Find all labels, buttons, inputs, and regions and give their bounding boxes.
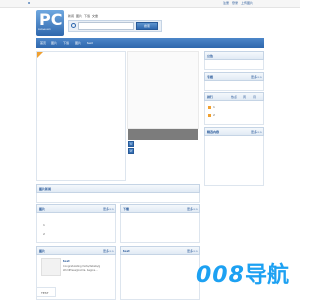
logo-subtext: PHPGALLERY: [38, 29, 51, 31]
nav-home[interactable]: 首页: [40, 41, 46, 45]
nav-images[interactable]: 图片: [51, 41, 57, 45]
site-logo[interactable]: PC PHPGALLERY: [36, 10, 64, 36]
featured-slider: [36, 51, 126, 181]
login-link[interactable]: 登录: [232, 1, 238, 5]
slider-dot-2[interactable]: 2: [128, 148, 134, 154]
rank-tab-hot[interactable]: 热点: [231, 95, 237, 99]
downloads-panel-header: 下载 更多>>: [120, 204, 200, 213]
rank-header: 排行 热点 周 月: [204, 92, 264, 101]
topics-header: 专题 更多>>: [204, 72, 264, 81]
rank-title: 排行: [207, 95, 214, 99]
images-panel-body: 1 2: [36, 213, 116, 243]
article-excerpt: Congratulating facts/details/g WordPress…: [63, 265, 101, 272]
search-button[interactable]: 搜索: [136, 22, 158, 30]
rank-body: 1 2: [204, 101, 264, 125]
featured-news-title: 图片新闻: [39, 187, 52, 191]
main-nav: 首页 图片 下载 图片 test: [36, 38, 264, 48]
downloads-more-link[interactable]: 更多>>: [187, 207, 198, 211]
nav-downloads[interactable]: 下载: [63, 41, 69, 45]
rank-item-2[interactable]: 2: [213, 113, 215, 117]
search-icon: [71, 23, 76, 28]
announcement-title: 公告: [207, 54, 214, 58]
images-more-link[interactable]: 更多>>: [103, 207, 114, 211]
featured-image-area: [127, 51, 199, 129]
announcement-body: [204, 60, 264, 70]
albums-header: 精选内容 更多>>: [204, 127, 264, 136]
nav-images-2[interactable]: 图片: [75, 41, 81, 45]
upload-link[interactable]: 上传图片: [241, 1, 253, 5]
downloads-panel-title: 下载: [123, 207, 130, 211]
logo-text: PC: [39, 10, 63, 29]
list-item[interactable]: 1: [43, 223, 45, 227]
article-more-link[interactable]: 更多>>: [103, 249, 114, 253]
rank-marker-2: [208, 114, 211, 117]
topics-more-link[interactable]: 更多>>: [251, 75, 262, 79]
watermark-logo: 008导航: [196, 262, 300, 290]
test-panel-header: test 更多>>: [120, 246, 200, 255]
images-panel-header: 图片 更多>>: [36, 204, 116, 213]
albums-more-link[interactable]: 更多>>: [251, 130, 262, 134]
albums-body: [204, 136, 264, 186]
images-panel-title: 图片: [39, 207, 46, 211]
watermark-text: 导航: [244, 263, 289, 288]
featured-news-body: [36, 193, 200, 203]
rank-item-1[interactable]: 1: [213, 105, 215, 109]
article-panel-header: 图片 更多>>: [36, 246, 116, 255]
search-tab-news[interactable]: 新闻: [68, 14, 74, 18]
new-corner-badge: [37, 52, 43, 58]
test-more-link[interactable]: 更多>>: [187, 249, 198, 253]
downloads-panel-body: [120, 213, 200, 243]
topics-title: 专题: [207, 75, 214, 79]
rank-tab-month[interactable]: 月: [253, 95, 256, 99]
announcement-header: 公告: [204, 51, 264, 60]
search-tab-downloads[interactable]: 下载: [84, 14, 90, 18]
watermark-digits: 008: [196, 263, 245, 288]
search-tab-images[interactable]: 图片: [76, 14, 82, 18]
article-thumbnail[interactable]: [41, 258, 61, 276]
topics-body: [204, 81, 264, 91]
test-panel-body: [120, 255, 200, 300]
article-panel-title: 图片: [39, 249, 46, 253]
featured-news-header: 图片新闻: [36, 184, 200, 193]
search-input[interactable]: [78, 22, 134, 30]
list-item[interactable]: 2: [43, 232, 45, 236]
rank-tab-week[interactable]: 周: [243, 95, 246, 99]
albums-title: 精选内容: [207, 130, 220, 134]
search-tab-articles[interactable]: 文章: [92, 14, 98, 18]
footer-strip: TEST: [36, 287, 56, 297]
article-title[interactable]: test: [63, 259, 70, 263]
brand-mark-icon[interactable]: 8: [28, 1, 30, 5]
test-panel-title: test: [123, 249, 130, 253]
footer-text: TEST: [41, 291, 49, 295]
caption-bar: [128, 129, 198, 140]
slider-dot-1[interactable]: 1: [128, 141, 134, 147]
register-link[interactable]: 注册: [223, 1, 229, 5]
rank-marker-1: [208, 106, 211, 109]
nav-test[interactable]: test: [87, 41, 93, 45]
top-bar: 8 注册 登录 上传图片: [0, 0, 300, 8]
